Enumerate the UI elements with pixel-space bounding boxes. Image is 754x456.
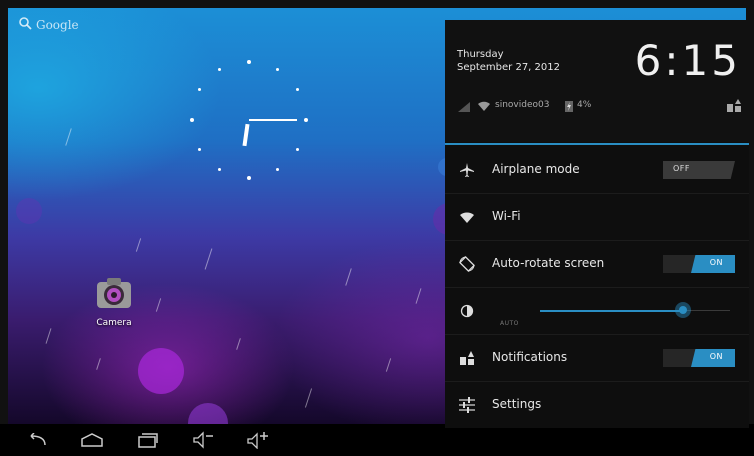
network-name: sinovideo03 (495, 100, 550, 110)
battery-icon (565, 100, 573, 115)
recent-apps-icon[interactable] (136, 429, 160, 451)
google-search-widget[interactable]: Google (18, 16, 79, 33)
brightness-auto-label[interactable]: AUTO (500, 320, 519, 327)
auto-rotate-toggle-state: ON (709, 258, 723, 267)
panel-header: Thursday September 27, 2012 6:15 sinovid… (445, 20, 749, 142)
brightness-row: AUTO (445, 288, 749, 335)
notifications-label: Notifications (492, 350, 568, 364)
status-row: sinovideo03 4% (457, 98, 741, 116)
auto-rotate-icon (457, 254, 477, 274)
brightness-icon (457, 301, 477, 321)
volume-up-icon[interactable] (246, 429, 272, 451)
date-full: September 27, 2012 (457, 62, 560, 73)
airplane-toggle-state: OFF (673, 164, 690, 173)
brightness-slider-thumb[interactable] (675, 302, 691, 318)
home-icon[interactable] (80, 429, 104, 451)
tablet-screen: Google Camera Thursday September 27, 201… (0, 0, 754, 456)
camera-icon (97, 278, 131, 308)
google-label: Google (36, 17, 79, 32)
notifications-toggle-state: ON (709, 352, 723, 361)
airplane-icon (457, 160, 477, 180)
wifi-status-icon (477, 100, 491, 115)
auto-rotate-toggle[interactable]: ON (663, 255, 735, 273)
quick-settings-panel: Thursday September 27, 2012 6:15 sinovid… (445, 20, 749, 428)
analog-clock-widget[interactable] (190, 60, 310, 180)
clock-hour-hand (242, 123, 250, 147)
search-icon (18, 16, 32, 33)
airplane-mode-label: Airplane mode (492, 162, 580, 176)
date-day: Thursday (457, 49, 504, 60)
back-icon[interactable] (24, 429, 48, 451)
signal-icon (457, 101, 471, 116)
system-navigation-bar (0, 424, 754, 456)
auto-rotate-label: Auto-rotate screen (492, 256, 605, 270)
brightness-slider-fill (540, 310, 683, 312)
settings-label: Settings (492, 397, 542, 411)
notifications-row[interactable]: Notifications ON (445, 335, 749, 382)
camera-app-label: Camera (96, 318, 132, 328)
settings-row[interactable]: Settings (445, 382, 749, 428)
airplane-mode-row[interactable]: Airplane mode OFF (445, 147, 749, 194)
wifi-row[interactable]: Wi-Fi (445, 194, 749, 241)
notification-settings-icon[interactable] (727, 98, 741, 115)
wifi-label: Wi-Fi (492, 209, 521, 223)
notifications-icon (457, 348, 477, 368)
digital-clock: 6:15 (634, 36, 741, 85)
volume-down-icon[interactable] (192, 429, 216, 451)
camera-app-icon[interactable]: Camera (88, 276, 140, 328)
clock-minute-hand (249, 119, 297, 121)
auto-rotate-row[interactable]: Auto-rotate screen ON (445, 241, 749, 288)
panel-accent-line (445, 143, 749, 145)
airplane-mode-toggle[interactable]: OFF (663, 161, 735, 179)
battery-percent: 4% (577, 100, 592, 110)
settings-sliders-icon (457, 395, 477, 415)
wifi-icon (457, 207, 477, 227)
notifications-toggle[interactable]: ON (663, 349, 735, 367)
